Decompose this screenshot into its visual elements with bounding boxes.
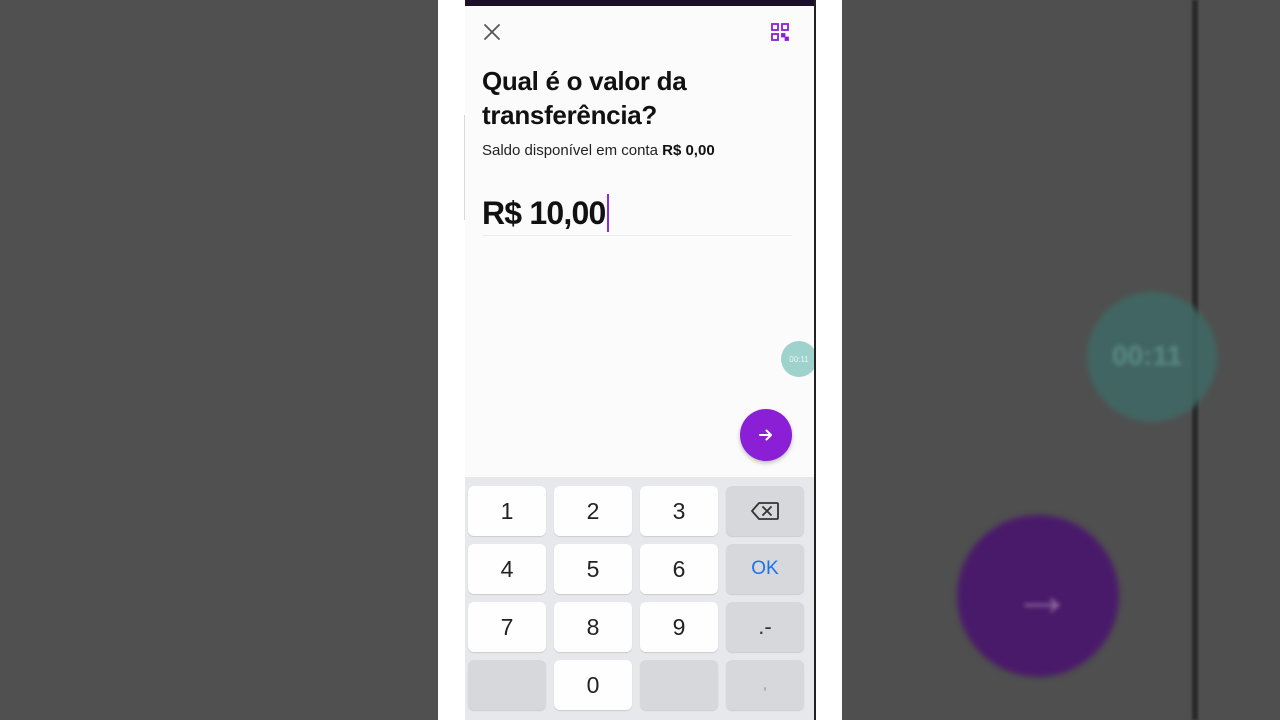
amount-underline [482,235,792,236]
key-8[interactable]: 8 [554,602,632,652]
arrow-right-icon [759,429,772,441]
symbols-key[interactable]: .- [726,602,804,652]
screen-edge-right [814,0,816,720]
background-right: 00:11 → [842,0,1280,720]
background-arrow-icon: → [1012,561,1072,628]
backspace-icon [751,502,779,520]
comma-key[interactable]: , [726,660,804,710]
key-blank-left [468,660,546,710]
text-cursor [607,194,610,232]
numeric-keypad: 1 2 3 4 5 6 OK 7 8 9 .- 0 , [465,477,815,720]
transfer-screen: Qual é o valor da transferência? Saldo d… [465,0,815,720]
key-9[interactable]: 9 [640,602,718,652]
timer-bubble[interactable]: 00:11 [781,341,815,377]
key-3[interactable]: 3 [640,486,718,536]
backspace-key[interactable] [726,486,804,536]
key-6[interactable]: 6 [640,544,718,594]
background-timer-text: 00:11 [1112,340,1183,371]
key-0[interactable]: 0 [554,660,632,710]
qr-code-icon[interactable] [770,22,790,42]
key-blank-right [640,660,718,710]
available-balance: Saldo disponível em conta R$ 0,00 [482,142,715,159]
status-bar [465,0,815,6]
amount-value: R$ 10,00 [482,194,606,231]
close-icon[interactable] [481,21,503,43]
key-5[interactable]: 5 [554,544,632,594]
amount-input[interactable]: R$ 10,00 [482,194,610,232]
key-1[interactable]: 1 [468,486,546,536]
ok-key[interactable]: OK [726,544,804,594]
balance-label: Saldo disponível em conta [482,142,658,159]
key-7[interactable]: 7 [468,602,546,652]
page-title: Qual é o valor da transferência? [482,66,687,130]
balance-value: R$ 0,00 [662,142,715,159]
key-4[interactable]: 4 [468,544,546,594]
key-2[interactable]: 2 [554,486,632,536]
next-button[interactable] [740,409,792,461]
background-left [0,0,438,720]
